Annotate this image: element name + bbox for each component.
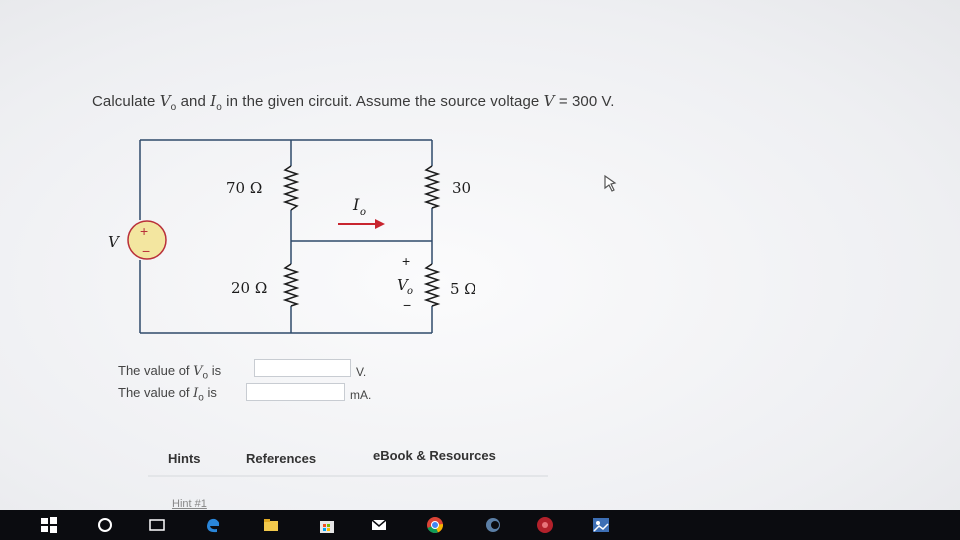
mouse-cursor-icon (604, 174, 617, 192)
tab-hints[interactable]: Hints (168, 451, 201, 466)
svg-text:30 Ω: 30 Ω (452, 179, 475, 197)
svg-text:−: − (142, 243, 150, 259)
vo-answer-label: The value of Vo is (118, 363, 222, 382)
photos-icon[interactable] (592, 516, 610, 534)
svg-text:+: + (402, 253, 410, 269)
svg-text:o: o (407, 286, 413, 297)
tab-references[interactable]: References (246, 451, 316, 466)
vo-unit: V. (356, 365, 367, 379)
svg-text:I: I (352, 195, 360, 214)
cortana-search-icon[interactable] (96, 516, 114, 534)
tab-ebook-resources[interactable]: eBook & Resources (373, 448, 496, 463)
svg-text:5 Ω: 5 Ω (450, 280, 475, 298)
resistor-70 (282, 165, 300, 211)
mail-icon[interactable] (370, 516, 388, 534)
svg-text:−: − (403, 297, 411, 313)
svg-text:70 Ω: 70 Ω (226, 179, 262, 197)
record-icon[interactable] (536, 516, 554, 534)
store-icon[interactable] (318, 516, 336, 534)
svg-text:+: + (140, 223, 148, 239)
svg-text:o: o (360, 207, 366, 218)
svg-text:V: V (108, 233, 121, 251)
io-input[interactable] (246, 383, 345, 401)
hint-link[interactable]: Hint #1 (172, 498, 207, 510)
resistor-5 (423, 263, 441, 307)
app-icon[interactable] (484, 516, 502, 534)
io-unit: mA. (350, 388, 372, 402)
vo-input[interactable] (254, 359, 351, 377)
edge-icon[interactable] (204, 516, 222, 534)
svg-text:20 Ω: 20 Ω (231, 279, 267, 297)
question-text: Calculate Vo and Io in the given circuit… (92, 92, 615, 113)
resistor-20 (282, 263, 300, 307)
io-answer-label: The value of Io is (118, 385, 217, 404)
chrome-icon[interactable] (426, 516, 444, 534)
circuit-diagram: + − 70 Ω 30 Ω 20 Ω 5 Ω V I o + V o − (108, 139, 475, 334)
file-explorer-icon[interactable] (262, 516, 280, 534)
resistor-30 (423, 165, 441, 209)
browser-page: Calculate Vo and Io in the given circuit… (0, 0, 960, 510)
resource-tabs: Hints References eBook & Resources (148, 445, 548, 505)
task-view-icon[interactable] (148, 516, 166, 534)
windows-start-icon[interactable] (40, 516, 58, 534)
taskbar (0, 510, 960, 540)
tab-divider (148, 475, 548, 477)
